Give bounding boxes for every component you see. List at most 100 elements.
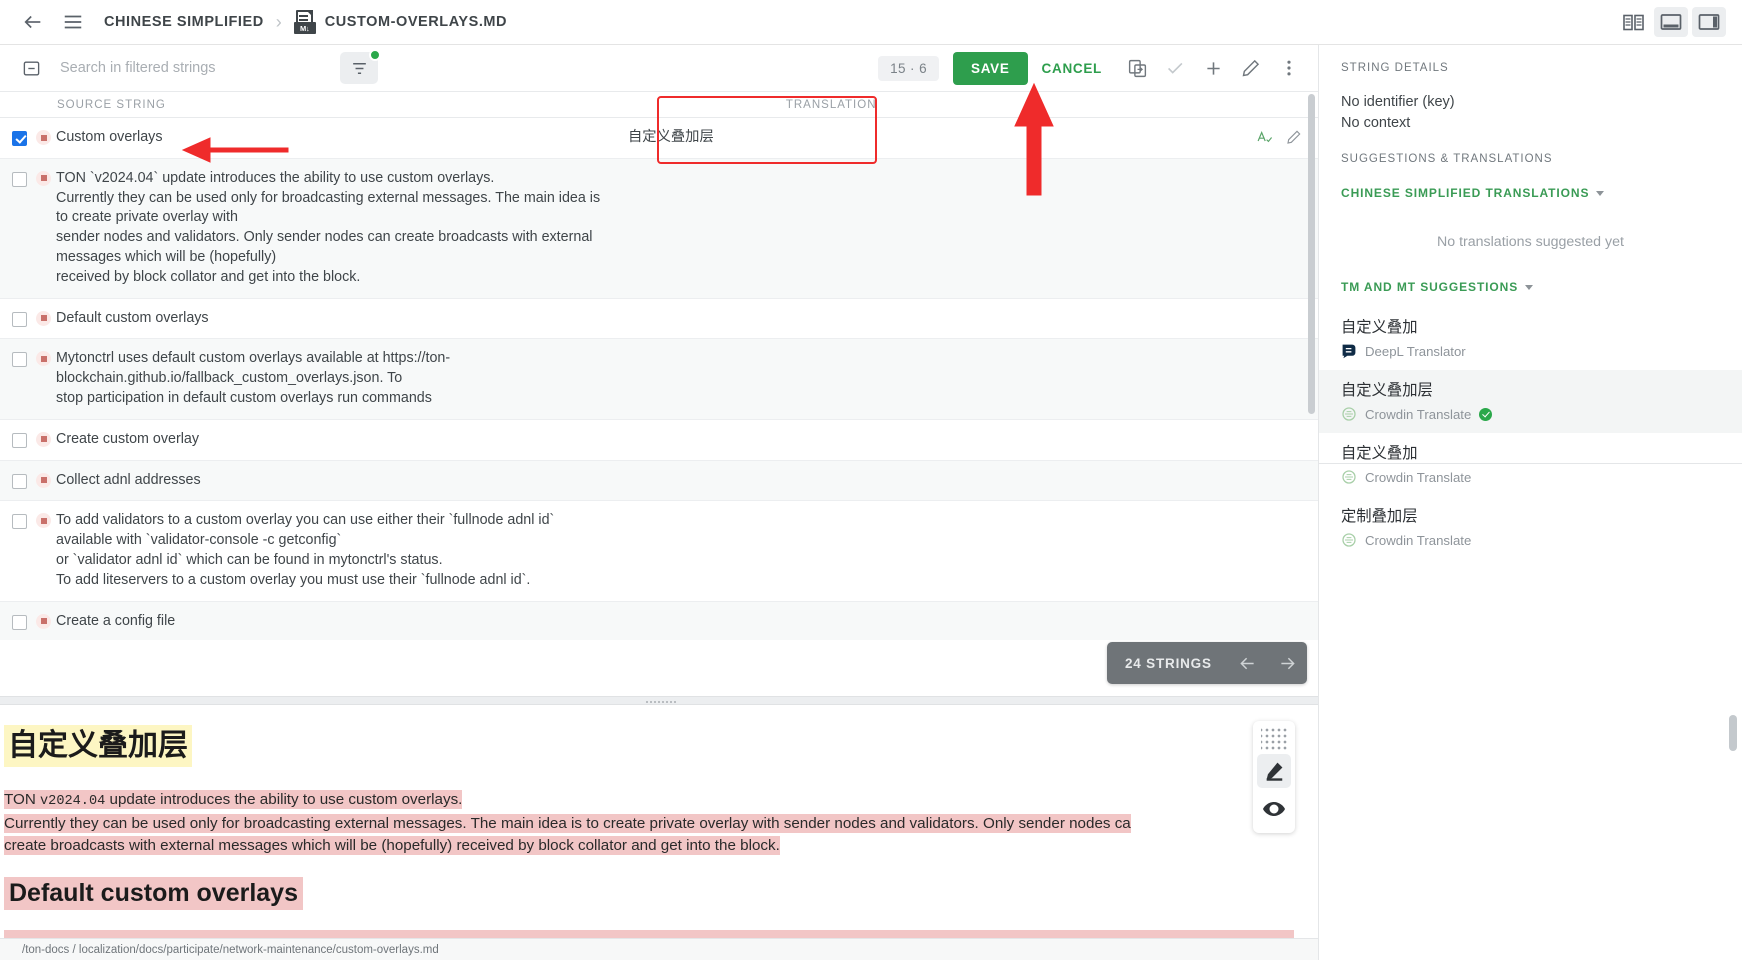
row-checkbox[interactable] [12, 432, 27, 448]
row-checkbox-cell[interactable] [0, 501, 36, 600]
copy-source-icon[interactable] [1120, 51, 1154, 85]
row-checkbox[interactable] [12, 352, 27, 368]
source-string-cell[interactable]: Create custom overlay [56, 420, 616, 460]
table-row[interactable]: Mytonctrl uses default custom overlays a… [0, 339, 1318, 420]
verified-check-icon [1479, 407, 1493, 421]
suggestion-text: 定制叠加层 [1341, 508, 1418, 525]
layout-split-right-button[interactable] [1692, 7, 1726, 37]
row-checkbox-cell[interactable] [0, 420, 36, 460]
drag-handle-icon[interactable] [1261, 726, 1287, 752]
translation-cell[interactable] [616, 159, 1318, 298]
row-status-cell [36, 501, 56, 600]
top-navigation-bar: CHINESE SIMPLIFIED › M↓ CUSTOM-OVERLAYS.… [0, 0, 1742, 45]
row-checkbox-cell[interactable] [0, 159, 36, 298]
string-list[interactable]: SOURCE STRING TRANSLATION Custom overlay… [0, 92, 1318, 640]
suggestion-item[interactable]: 自定义叠加 Crowdin Translate [1319, 433, 1742, 496]
arrow-left-icon[interactable] [16, 5, 50, 39]
table-row[interactable]: TON `v2024.04` update introduces the abi… [0, 158, 1318, 299]
source-string-cell[interactable]: Collect adnl addresses [56, 461, 616, 501]
filter-button[interactable] [340, 49, 381, 84]
row-checkbox[interactable] [12, 514, 27, 530]
strings-prev-button[interactable] [1227, 653, 1267, 674]
layout-toggle-group [1616, 7, 1726, 37]
collapse-rows-icon[interactable] [18, 55, 44, 81]
table-row[interactable]: Create a config file [0, 601, 1318, 640]
list-scrollbar-thumb[interactable] [1308, 94, 1315, 414]
translation-cell[interactable] [616, 299, 1318, 339]
sidebar-divider [1319, 463, 1742, 464]
row-checkbox-cell[interactable] [0, 118, 36, 158]
source-string-cell[interactable]: Create a config file [56, 602, 616, 640]
breadcrumb-language[interactable]: CHINESE SIMPLIFIED [104, 14, 264, 30]
language-translations-group-toggle[interactable]: CHINESE SIMPLIFIED TRANSLATIONS [1319, 186, 1742, 200]
more-vertical-icon[interactable] [1272, 51, 1306, 85]
layout-side-by-side-button[interactable] [1616, 7, 1650, 37]
save-button[interactable]: SAVE [952, 51, 1028, 85]
layout-top-bottom-button[interactable] [1654, 7, 1688, 37]
pencil-edit-icon[interactable] [1234, 51, 1268, 85]
source-string-cell[interactable]: Default custom overlays [56, 299, 616, 339]
translation-cell[interactable] [616, 420, 1318, 460]
table-row[interactable]: To add validators to a custom overlay yo… [0, 501, 1318, 602]
row-checkbox[interactable] [12, 473, 27, 489]
row-checkbox[interactable] [12, 311, 27, 327]
search-input[interactable] [60, 60, 320, 76]
preview-paragraph-line2: Currently they can be used only for broa… [4, 813, 1131, 833]
suggestion-item[interactable]: 自定义叠加 DeepL Translator [1319, 307, 1742, 370]
row-checkbox-cell[interactable] [0, 339, 36, 418]
splitter-grip-icon [645, 699, 677, 704]
filter-active-dot [369, 49, 381, 61]
hamburger-menu-icon[interactable] [56, 5, 90, 39]
translation-cell[interactable]: 自定义叠加层 [616, 118, 1254, 158]
untranslated-status-icon [36, 310, 51, 326]
table-row[interactable]: Default custom overlays [0, 298, 1318, 340]
untranslated-status-icon [36, 351, 51, 367]
row-status-cell [36, 159, 56, 298]
plus-add-icon[interactable] [1196, 51, 1230, 85]
translation-cell[interactable] [616, 602, 1318, 640]
deepl-icon [1341, 343, 1357, 359]
untranslated-status-icon [36, 513, 51, 529]
pencil-edit-icon[interactable] [1257, 754, 1291, 788]
panel-splitter[interactable] [0, 696, 1318, 705]
progress-count-pill: 15 · 6 [878, 55, 939, 81]
suggestion-item[interactable]: 自定义叠加层 Crowdin Translate [1319, 370, 1742, 433]
tm-mt-group-toggle[interactable]: TM AND MT SUGGESTIONS [1319, 280, 1742, 294]
preview-clipped-paragraph [4, 929, 1294, 938]
row-checkbox-cell[interactable] [0, 602, 36, 640]
preview-paragraph-prefix: TON [4, 790, 41, 808]
source-string-cell[interactable]: TON `v2024.04` update introduces the abi… [56, 159, 616, 298]
crowdin-icon [1341, 406, 1357, 422]
check-approve-icon[interactable] [1158, 51, 1192, 85]
row-status-cell [36, 118, 56, 158]
table-row[interactable]: Custom overlays 自定义叠加层 [0, 118, 1318, 159]
preview-scrollbar-thumb[interactable] [1729, 715, 1737, 751]
translation-cell[interactable] [616, 461, 1318, 501]
string-identifier-line: No identifier (key) [1341, 94, 1455, 110]
preview-inline-code: v2024.04 [40, 793, 106, 809]
table-row[interactable]: Create custom overlay [0, 419, 1318, 461]
preview-paragraph-line1: update introduces the ability to use cus… [105, 790, 463, 808]
breadcrumb-file[interactable]: CUSTOM-OVERLAYS.MD [325, 14, 507, 30]
row-checkbox-cell[interactable] [0, 299, 36, 339]
suggestion-item[interactable]: 定制叠加层 Crowdin Translate [1319, 496, 1742, 559]
pencil-edit-icon[interactable] [1284, 127, 1304, 147]
source-string-cell[interactable]: To add validators to a custom overlay yo… [56, 501, 616, 600]
string-rows-container: Custom overlays 自定义叠加层 TON `v2024.04` upda… [0, 118, 1318, 640]
translation-cell[interactable] [616, 501, 1318, 600]
suggestions-section-title: SUGGESTIONS & TRANSLATIONS [1341, 153, 1553, 165]
cancel-button[interactable]: CANCEL [1028, 52, 1116, 85]
row-checkbox-checked[interactable] [12, 131, 27, 146]
spellcheck-icon[interactable] [1254, 127, 1274, 147]
row-checkbox-cell[interactable] [0, 461, 36, 501]
row-checkbox[interactable] [12, 614, 27, 630]
table-row[interactable]: Collect adnl addresses [0, 460, 1318, 502]
row-checkbox[interactable] [12, 171, 27, 187]
strings-next-button[interactable] [1267, 653, 1307, 674]
translation-cell[interactable] [616, 339, 1318, 418]
source-string-cell[interactable]: Mytonctrl uses default custom overlays a… [56, 339, 616, 418]
source-string-cell[interactable]: Custom overlays [56, 118, 616, 158]
eye-preview-icon[interactable] [1257, 792, 1291, 826]
suggestion-meta: Crowdin Translate [1341, 469, 1720, 485]
file-preview-pane[interactable]: 自定义叠加层 TON v2024.04 update introduces th… [0, 705, 1318, 938]
